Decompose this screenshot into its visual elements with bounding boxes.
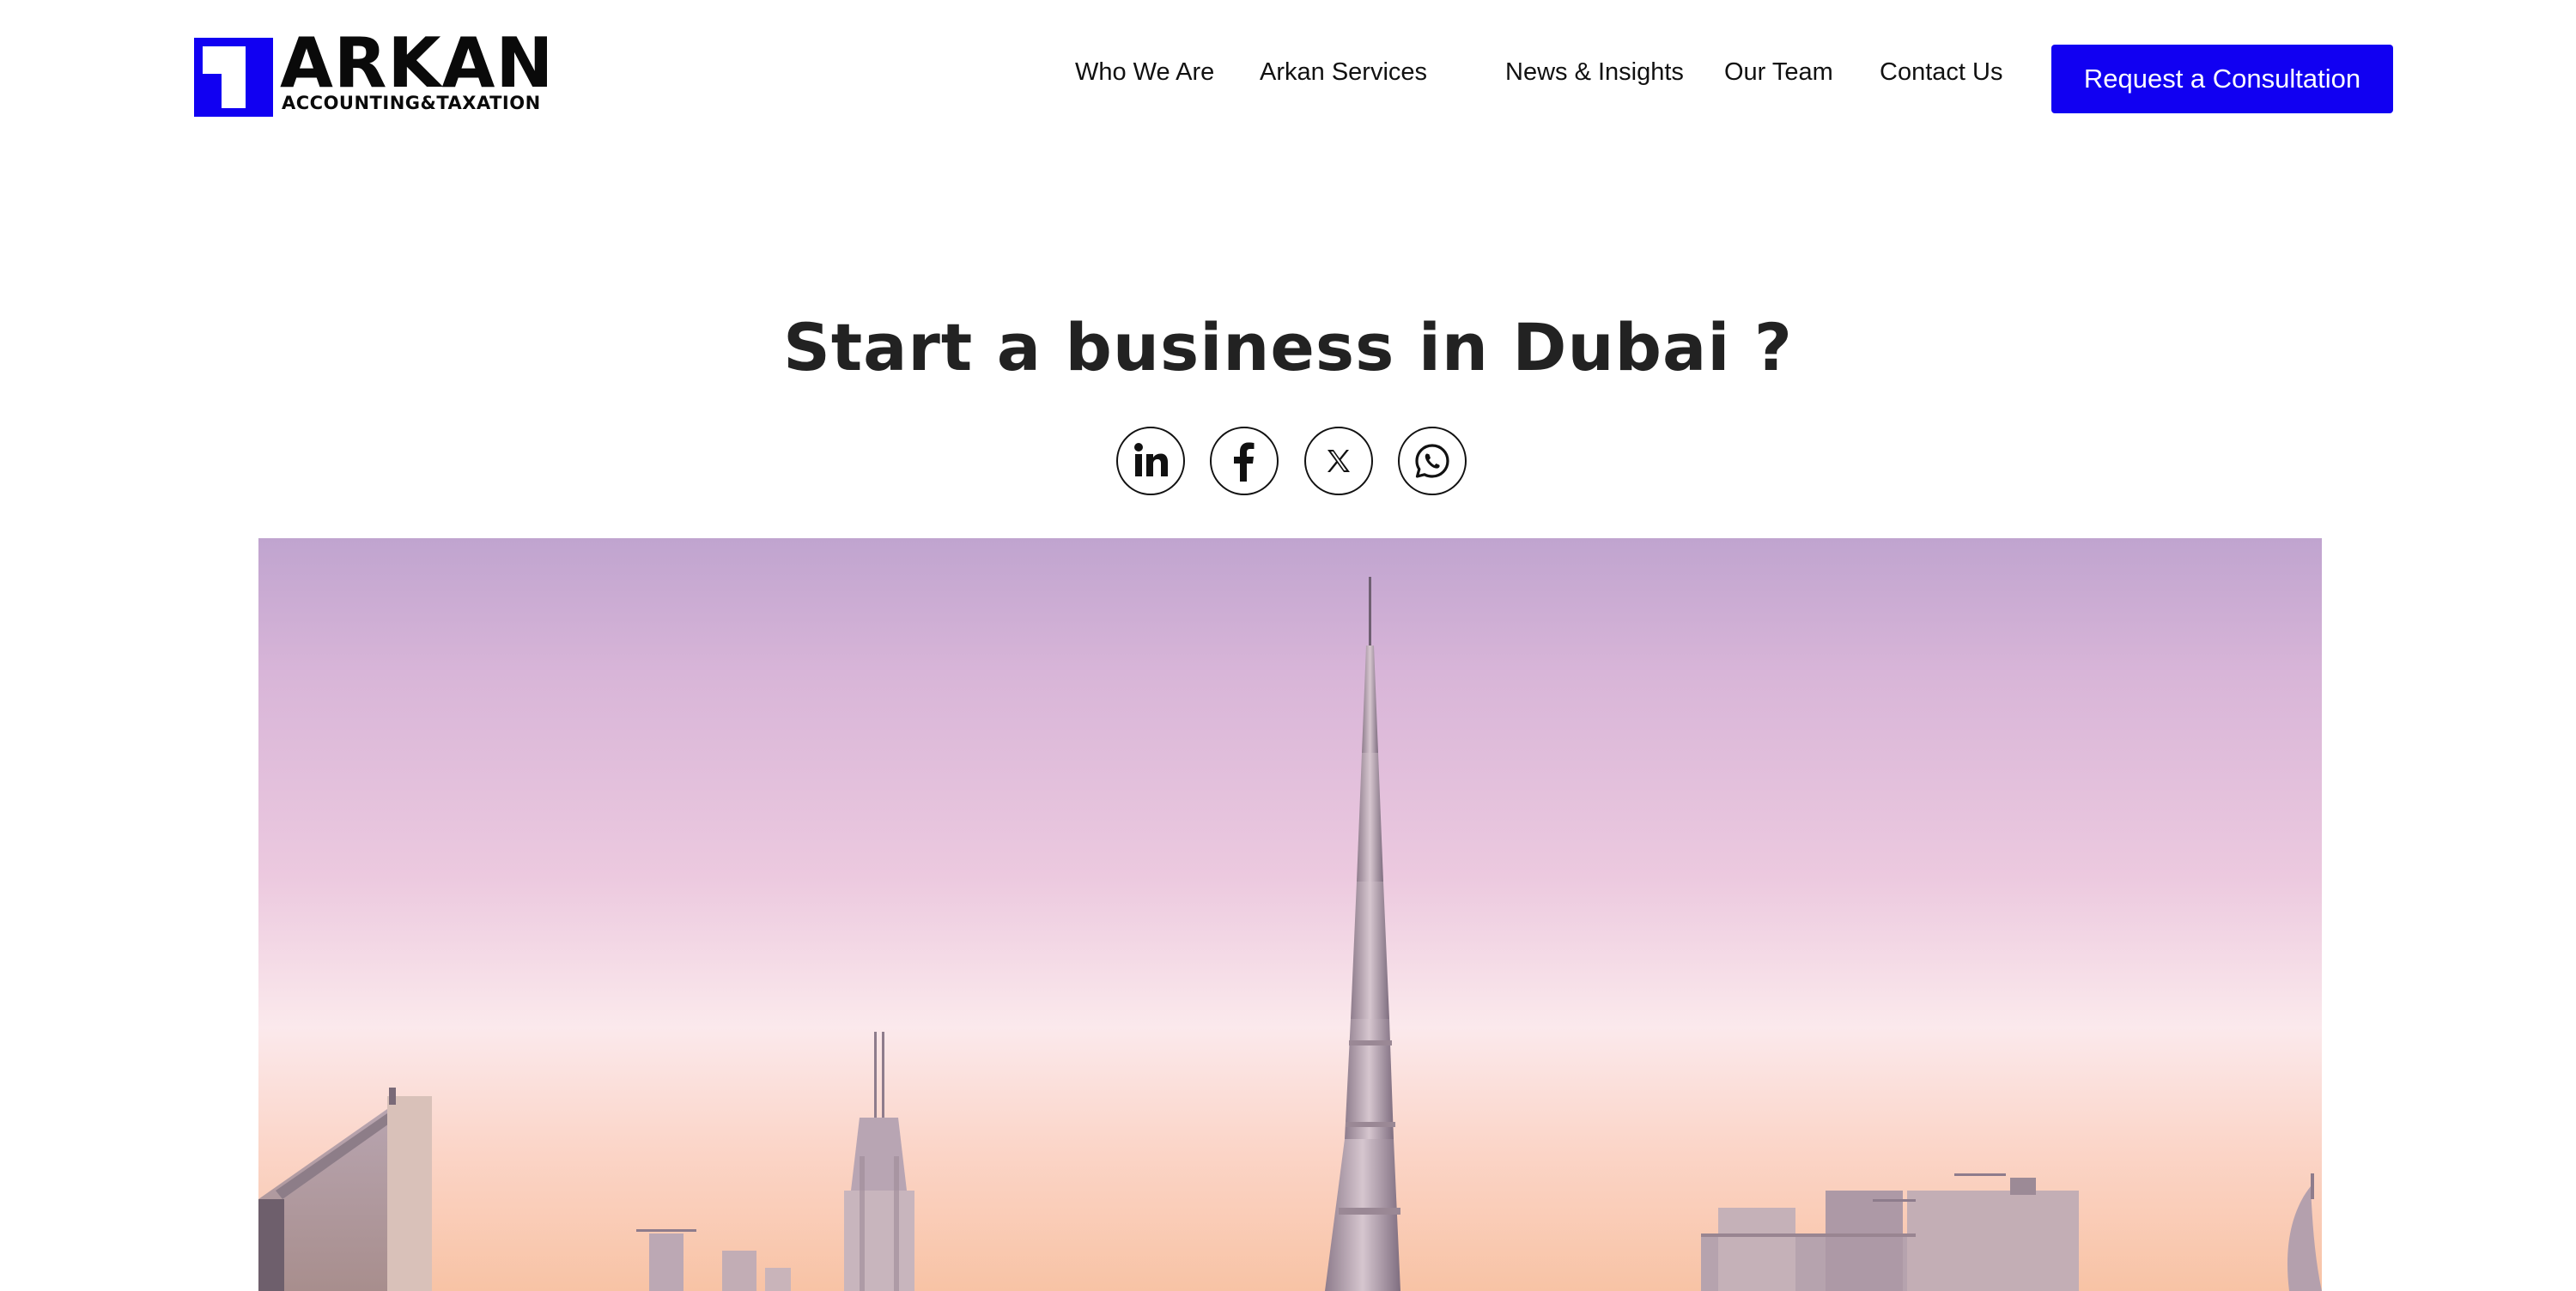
- hero-image: [258, 538, 2322, 1291]
- nav-who-we-are[interactable]: Who We Are: [1075, 58, 1214, 87]
- nav-news-insights[interactable]: News & Insights: [1505, 58, 1684, 87]
- dubai-skyline-image: [258, 577, 2322, 1291]
- linkedin-icon: [1134, 443, 1168, 476]
- request-consultation-button[interactable]: Request a Consultation: [2051, 45, 2393, 113]
- facebook-share-button[interactable]: [1210, 427, 1279, 495]
- nav-our-team[interactable]: Our Team: [1724, 58, 1833, 87]
- logo-tagline: ACCOUNTING&TAXATION: [282, 93, 541, 113]
- linkedin-share-button[interactable]: [1116, 427, 1185, 495]
- arkan-logo[interactable]: ARKAN ACCOUNTING&TAXATION: [194, 29, 553, 117]
- site-header: ARKAN ACCOUNTING&TAXATION Who We Are Ark…: [0, 0, 2576, 155]
- logo-wordmark: ARKAN: [280, 23, 555, 103]
- x-icon: [1327, 450, 1350, 472]
- share-buttons: [1116, 427, 1467, 495]
- x-share-button[interactable]: [1304, 427, 1373, 495]
- page-title: Start a business in Dubai ?: [783, 309, 1793, 385]
- nav-arkan-services[interactable]: Arkan Services: [1260, 58, 1427, 87]
- nav-contact-us[interactable]: Contact Us: [1880, 58, 2002, 87]
- whatsapp-icon: [1415, 444, 1449, 478]
- facebook-icon: [1234, 442, 1255, 482]
- whatsapp-share-button[interactable]: [1398, 427, 1467, 495]
- arkan-logo-mark-icon: [194, 38, 273, 117]
